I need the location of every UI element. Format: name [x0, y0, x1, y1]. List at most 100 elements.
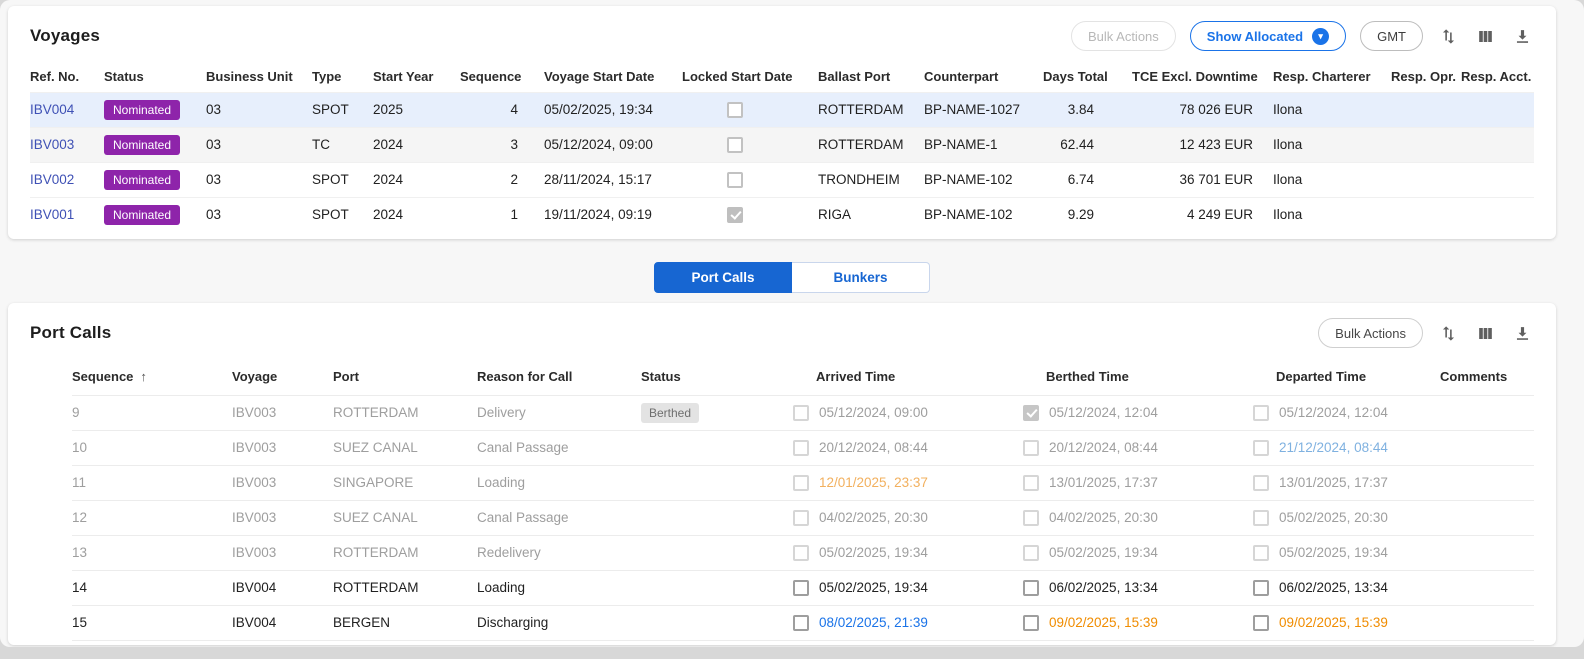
departed-time-checkbox[interactable]	[1253, 510, 1269, 526]
voyage-row[interactable]: IBV003Nominated03TC2024305/12/2024, 09:0…	[30, 127, 1534, 162]
voyage-cell-resp_acct	[1461, 127, 1534, 162]
column-label: Comments	[1440, 369, 1507, 384]
voyages-column-resp_acct[interactable]: Resp. Acct.	[1461, 62, 1534, 92]
port-call-cell-berthed: 09/02/2025, 15:39	[1023, 605, 1253, 640]
voyage-cell-ballast_port: TRONDHEIM	[818, 162, 924, 197]
port-call-cell-comments	[1440, 430, 1534, 465]
voyage-cell-type: SPOT	[312, 162, 373, 197]
port-calls-column-comments[interactable]: Comments	[1440, 359, 1534, 395]
berthed-time-checkbox[interactable]	[1023, 510, 1039, 526]
voyage-cell-tce_excl_downtime: 4 249 EUR	[1132, 197, 1273, 232]
arrived-time-checkbox[interactable]	[793, 475, 809, 491]
voyage-cell-ref: IBV001	[30, 197, 104, 232]
port-call-row[interactable]: 10IBV003SUEZ CANALCanal Passage20/12/202…	[72, 430, 1534, 465]
arrived-time-checkbox[interactable]	[793, 545, 809, 561]
port-call-row[interactable]: 15IBV004BERGENDischarging08/02/2025, 21:…	[72, 605, 1534, 640]
voyages-column-resp_opr[interactable]: Resp. Opr.	[1391, 62, 1461, 92]
voyage-cell-days_total: 6.74	[1043, 162, 1132, 197]
berthed-time-checkbox[interactable]	[1023, 545, 1039, 561]
port-call-cell-status	[641, 605, 793, 640]
port-calls-column-status[interactable]: Status	[641, 359, 793, 395]
voyage-cell-start_year: 2024	[373, 127, 460, 162]
voyage-cell-resp_charterer: Ilona	[1273, 127, 1391, 162]
port-calls-column-arrived[interactable]: Arrived Time	[793, 359, 1023, 395]
voyage-cell-tce_excl_downtime: 78 026 EUR	[1132, 92, 1273, 127]
voyages-column-resp_charterer[interactable]: Resp. Charterer	[1273, 62, 1391, 92]
voyages-column-sequence[interactable]: Sequence	[460, 62, 544, 92]
port-calls-bulk-actions-button[interactable]: Bulk Actions	[1318, 318, 1423, 348]
port-calls-column-port[interactable]: Port	[333, 359, 477, 395]
arrived-time-checkbox[interactable]	[793, 510, 809, 526]
voyages-column-tce_excl_downtime[interactable]: TCE Excl. Downtime	[1132, 62, 1273, 92]
voyages-column-business_unit[interactable]: Business Unit	[206, 62, 312, 92]
tab-bunkers[interactable]: Bunkers	[792, 262, 930, 293]
port-calls-columns-button[interactable]	[1474, 322, 1497, 345]
berthed-time-checkbox[interactable]	[1023, 475, 1039, 491]
voyages-column-status[interactable]: Status	[104, 62, 206, 92]
port-calls-download-button[interactable]	[1511, 322, 1534, 345]
voyage-cell-counterpart: BP-NAME-1	[924, 127, 1043, 162]
arrived-time-checkbox[interactable]	[793, 440, 809, 456]
port-call-cell-voyage: IBV003	[232, 535, 333, 570]
show-allocated-dropdown[interactable]: Show Allocated ▾	[1190, 21, 1346, 51]
voyage-cell-counterpart: BP-NAME-102	[924, 162, 1043, 197]
voyages-column-locked_start_date[interactable]: Locked Start Date	[682, 62, 818, 92]
berthed-time-checkbox[interactable]	[1023, 405, 1039, 421]
port-calls-column-reason[interactable]: Reason for Call	[477, 359, 641, 395]
voyages-column-type[interactable]: Type	[312, 62, 373, 92]
departed-time-checkbox[interactable]	[1253, 545, 1269, 561]
voyages-column-days_total[interactable]: Days Total	[1043, 62, 1132, 92]
voyage-row[interactable]: IBV002Nominated03SPOT2024228/11/2024, 15…	[30, 162, 1534, 197]
voyages-panel: Voyages Bulk Actions Show Allocated ▾ GM…	[8, 6, 1556, 239]
berthed-time-checkbox[interactable]	[1023, 615, 1039, 631]
port-calls-column-departed[interactable]: Departed Time	[1253, 359, 1440, 395]
voyage-ref-link[interactable]: IBV001	[30, 207, 74, 222]
voyage-ref-link[interactable]: IBV004	[30, 102, 74, 117]
voyages-column-start_year[interactable]: Start Year	[373, 62, 460, 92]
voyage-row[interactable]: IBV004Nominated03SPOT2025405/02/2025, 19…	[30, 92, 1534, 127]
locked-start-date-checkbox[interactable]	[727, 137, 743, 153]
port-calls-column-voyage[interactable]: Voyage	[232, 359, 333, 395]
arrived-time-checkbox[interactable]	[793, 405, 809, 421]
locked-start-date-checkbox[interactable]	[727, 102, 743, 118]
departed-time-checkbox[interactable]	[1253, 615, 1269, 631]
voyage-ref-link[interactable]: IBV003	[30, 137, 74, 152]
departed-time-checkbox[interactable]	[1253, 440, 1269, 456]
port-calls-column-berthed[interactable]: Berthed Time	[1023, 359, 1253, 395]
departed-time-checkbox[interactable]	[1253, 405, 1269, 421]
voyage-cell-counterpart: BP-NAME-1027	[924, 92, 1043, 127]
departed-time-checkbox[interactable]	[1253, 475, 1269, 491]
voyages-column-ref[interactable]: Ref. No.	[30, 62, 104, 92]
voyages-bulk-actions-button[interactable]: Bulk Actions	[1071, 21, 1176, 51]
berthed-time-checkbox[interactable]	[1023, 440, 1039, 456]
voyage-cell-resp_opr	[1391, 197, 1461, 232]
locked-start-date-checkbox[interactable]	[727, 172, 743, 188]
voyage-cell-business_unit: 03	[206, 92, 312, 127]
arrived-time-checkbox[interactable]	[793, 580, 809, 596]
gmt-button[interactable]: GMT	[1360, 21, 1423, 51]
voyages-sort-order-button[interactable]	[1437, 25, 1460, 48]
voyage-cell-status: Nominated	[104, 127, 206, 162]
port-call-row[interactable]: 13IBV003ROTTERDAMRedelivery05/02/2025, 1…	[72, 535, 1534, 570]
voyages-column-voyage_start_date[interactable]: Voyage Start Date	[544, 62, 682, 92]
port-call-row[interactable]: 11IBV003SINGAPORELoading12/01/2025, 23:3…	[72, 465, 1534, 500]
port-calls-column-sequence[interactable]: Sequence↑	[72, 359, 232, 395]
time-value: 20/12/2024, 08:44	[1049, 440, 1158, 455]
port-calls-sort-order-button[interactable]	[1437, 322, 1460, 345]
berthed-time-checkbox[interactable]	[1023, 580, 1039, 596]
tab-port-calls[interactable]: Port Calls	[654, 262, 792, 293]
arrived-time-checkbox[interactable]	[793, 615, 809, 631]
voyage-row[interactable]: IBV001Nominated03SPOT2024119/11/2024, 09…	[30, 197, 1534, 232]
port-call-row[interactable]: 14IBV004ROTTERDAMLoading05/02/2025, 19:3…	[72, 570, 1534, 605]
voyages-column-counterpart[interactable]: Counterpart	[924, 62, 1043, 92]
port-call-row[interactable]: 9IBV003ROTTERDAMDeliveryBerthed05/12/202…	[72, 395, 1534, 430]
voyages-column-ballast_port[interactable]: Ballast Port	[818, 62, 924, 92]
port-call-cell-sequence: 10	[72, 430, 232, 465]
column-label: Port	[333, 369, 359, 384]
locked-start-date-checkbox[interactable]	[727, 207, 743, 223]
voyages-download-button[interactable]	[1511, 25, 1534, 48]
voyage-ref-link[interactable]: IBV002	[30, 172, 74, 187]
port-call-row[interactable]: 12IBV003SUEZ CANALCanal Passage04/02/202…	[72, 500, 1534, 535]
departed-time-checkbox[interactable]	[1253, 580, 1269, 596]
voyages-columns-button[interactable]	[1474, 25, 1497, 48]
